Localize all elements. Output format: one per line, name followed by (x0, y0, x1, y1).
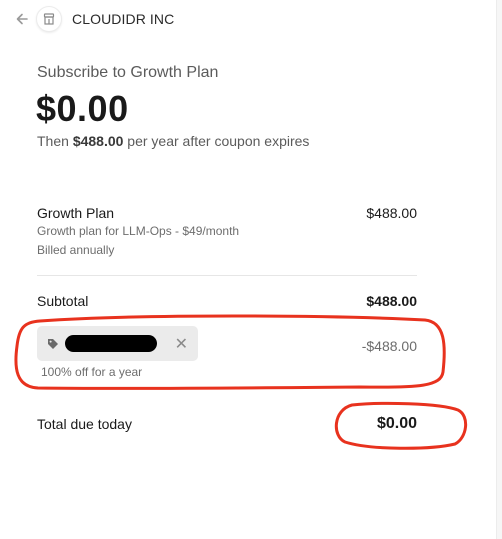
renewal-prefix: Then (37, 133, 73, 149)
line-item-billing: Billed annually (37, 243, 115, 257)
scrollbar-edge (496, 0, 502, 539)
renewal-suffix: per year after coupon expires (123, 133, 310, 149)
renewal-text: Then $488.00 per year after coupon expir… (37, 133, 309, 149)
subtotal-amount: $488.00 (366, 293, 417, 309)
header: CLOUDIDR INC (12, 6, 174, 32)
renewal-amount: $488.00 (72, 133, 124, 149)
back-arrow-icon[interactable] (12, 9, 32, 29)
tag-icon (47, 338, 59, 350)
subtotal-label: Subtotal (37, 293, 89, 309)
line-item-name: Growth Plan (37, 205, 115, 221)
line-item-description: Growth plan for LLM-Ops - $49/month (37, 224, 240, 238)
coupon-code-redacted (65, 335, 157, 352)
divider (37, 275, 417, 276)
subscribe-title: Subscribe to Growth Plan (37, 64, 219, 81)
company-name: CLOUDIDR INC (72, 11, 175, 27)
price-today: $0.00 (36, 88, 129, 129)
total-amount: $0.00 (376, 415, 417, 432)
total-label: Total due today (37, 416, 132, 432)
store-icon (36, 6, 62, 32)
coupon-note: 100% off for a year (41, 365, 143, 379)
discount-amount: -$488.00 (361, 338, 417, 354)
close-icon[interactable]: ✕ (175, 334, 188, 354)
line-item-amount: $488.00 (366, 205, 417, 221)
coupon-pill: ✕ (37, 326, 198, 361)
